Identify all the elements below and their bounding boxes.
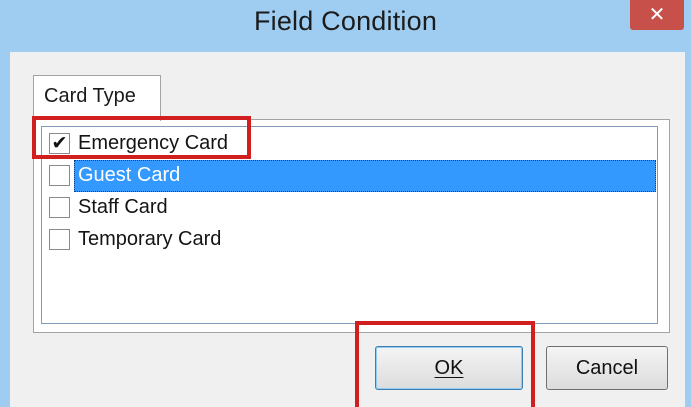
dialog-body: Card Type ✔ Emergency Card Guest Card St… — [10, 52, 685, 407]
item-label: Temporary Card — [78, 228, 222, 250]
annotation-box-ok-button — [355, 321, 535, 407]
item-label: Staff Card — [78, 196, 168, 218]
field-condition-dialog: Field Condition ✕ Card Type ✔ Emergency … — [0, 0, 691, 407]
close-icon: ✕ — [648, 2, 666, 26]
dialog-title: Field Condition — [253, 6, 438, 36]
cancel-button-label: Cancel — [575, 357, 639, 379]
checkbox-staff-card[interactable] — [49, 197, 70, 218]
list-item-guest-card[interactable]: Guest Card — [43, 160, 656, 192]
title-bar[interactable]: Field Condition ✕ — [0, 0, 691, 52]
list-item-temporary-card[interactable]: Temporary Card — [43, 224, 656, 256]
tab-card-type[interactable]: Card Type — [33, 75, 161, 121]
checkbox-guest-card[interactable] — [49, 165, 70, 186]
cancel-button[interactable]: Cancel — [546, 346, 668, 390]
close-button[interactable]: ✕ — [630, 0, 684, 30]
annotation-box-emergency-card — [32, 116, 251, 159]
checkbox-temporary-card[interactable] — [49, 229, 70, 250]
item-label: Guest Card — [78, 164, 181, 186]
tab-label: Card Type — [44, 85, 136, 107]
list-item-staff-card[interactable]: Staff Card — [43, 192, 656, 224]
